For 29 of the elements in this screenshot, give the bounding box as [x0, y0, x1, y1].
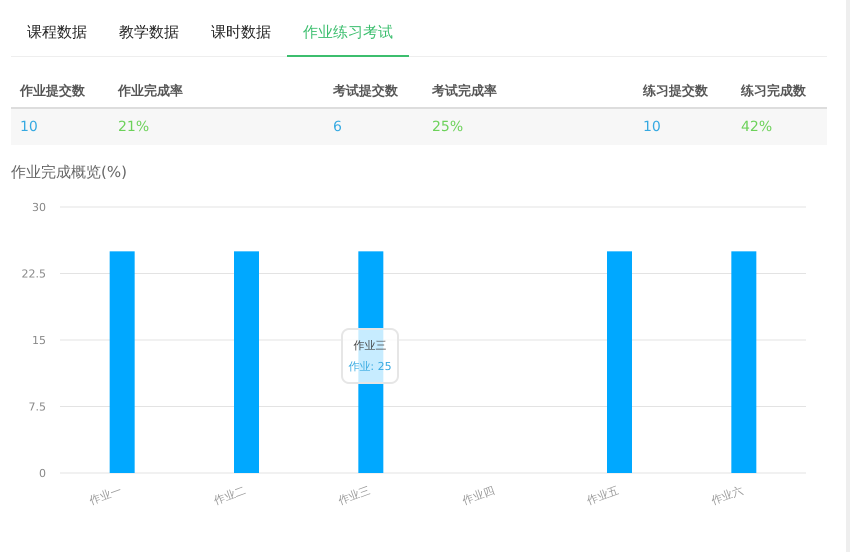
- table-cell-text: 10: [19, 119, 39, 135]
- column-header: 作业完成率: [116, 82, 184, 100]
- chart-title: 作业完成概览(%): [11, 163, 128, 182]
- column-header: 考试提交数: [332, 82, 399, 100]
- column-header: 考试完成率: [431, 82, 498, 100]
- column-header: 作业提交数: [18, 82, 86, 100]
- y-tick-label: 30: [32, 201, 46, 214]
- table-cell-text: 6: [332, 119, 343, 135]
- y-tick-label: 7.5: [28, 400, 46, 414]
- y-tick-label: 22.5: [22, 268, 46, 280]
- tab[interactable]: 课时数据: [195, 12, 287, 57]
- table-cell-text: 10: [642, 119, 662, 135]
- x-tick-label: 作业二: [212, 484, 248, 508]
- y-tick-label: 15: [32, 334, 46, 347]
- x-tick-label: 作业五: [585, 484, 621, 508]
- x-tick-label: 作业六: [709, 484, 745, 508]
- column-header: 练习提交数: [642, 82, 709, 100]
- x-tick-label: 作业四: [460, 484, 496, 508]
- column-header: 练习完成数: [740, 82, 807, 100]
- y-tick-label: 0: [39, 467, 46, 480]
- tab[interactable]: 课程数据: [11, 12, 103, 57]
- tooltip-title: 作业三: [354, 338, 386, 353]
- x-tick-label: 作业三: [336, 484, 372, 508]
- tooltip-value: 作业: 25: [348, 359, 392, 374]
- tab[interactable]: 教学数据: [103, 12, 195, 57]
- table-cell-text: 21%: [117, 119, 150, 135]
- table-cell-text: 42%: [740, 119, 774, 135]
- x-tick-label: 作业一: [88, 484, 124, 508]
- table-cell-text: 25%: [431, 119, 464, 135]
